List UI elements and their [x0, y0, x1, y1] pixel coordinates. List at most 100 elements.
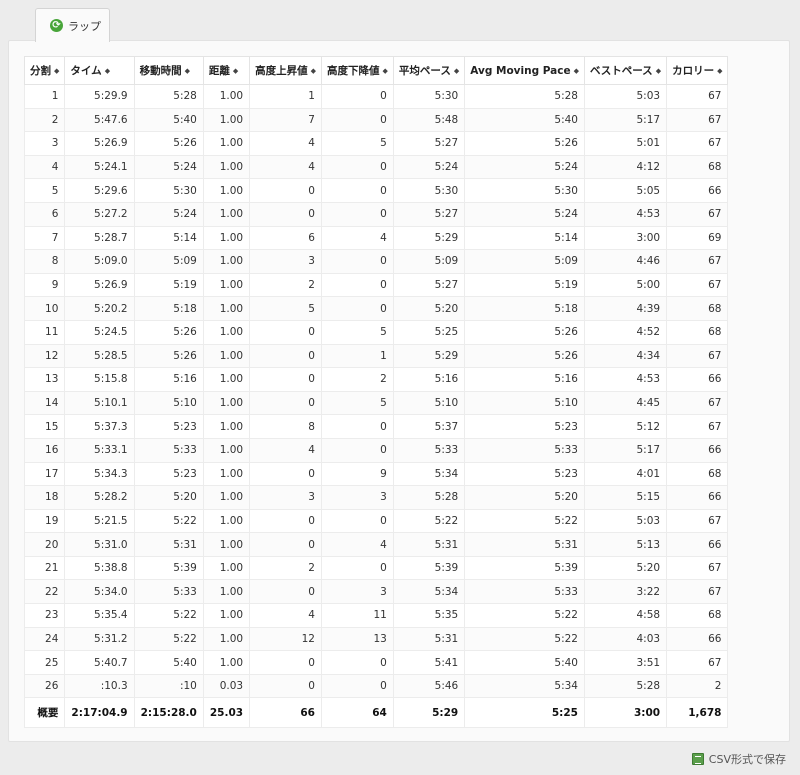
- table-row: 1 5:29.9 5:28 1.00 1 0 5:30 5:28 5:03 67: [23, 84, 729, 109]
- table-cell: 1.00: [202, 579, 251, 605]
- table-cell: 5:01: [583, 131, 668, 156]
- table-cell: 5:39: [392, 555, 466, 581]
- table-cell: 67: [666, 508, 729, 534]
- table-cell: 0: [249, 650, 322, 675]
- table-cell: 0: [320, 650, 394, 675]
- table-cell: 5:20: [133, 485, 204, 510]
- column-header-best-pace[interactable]: ベストペース ◆: [583, 56, 668, 85]
- table-cell: 4:39: [583, 296, 668, 321]
- column-header-avg-pace[interactable]: 平均ペース ◆: [392, 56, 466, 85]
- column-header-distance[interactable]: 距離 ◆: [202, 56, 251, 85]
- table-cell: 4:58: [583, 603, 668, 628]
- table-cell: 5:31.0: [64, 532, 135, 557]
- table-cell: 1: [23, 84, 66, 109]
- table-cell: 5:23: [464, 414, 585, 439]
- table-cell: 5:30: [133, 178, 204, 203]
- table-cell: 5:40.7: [64, 650, 135, 675]
- table-cell: 5:25: [392, 319, 466, 345]
- table-row: 13 5:15.8 5:16 1.00 0 2 5:16 5:16 4:53 66: [23, 367, 729, 392]
- table-cell: 67: [666, 107, 729, 133]
- table-cell: 20: [23, 532, 66, 557]
- table-cell: 3:22: [583, 579, 668, 605]
- table-cell: 5:40: [464, 107, 585, 133]
- table-cell: 4: [249, 437, 322, 463]
- table-row: 6 5:27.2 5:24 1.00 0 0 5:27 5:24 4:53 67: [23, 201, 729, 227]
- table-row: 8 5:09.0 5:09 1.00 3 0 5:09 5:09 4:46 67: [23, 249, 729, 274]
- table-cell: 2: [320, 367, 394, 392]
- table-cell: 24: [23, 626, 66, 652]
- summary-cell: 64: [320, 697, 394, 729]
- table-cell: 1.00: [202, 414, 251, 439]
- column-header-calories[interactable]: カロリー ◆: [666, 56, 729, 85]
- table-cell: 1.00: [202, 154, 251, 180]
- sort-icon: ◆: [54, 67, 60, 75]
- table-cell: 4: [23, 154, 66, 180]
- table-cell: 19: [23, 508, 66, 534]
- table-cell: 5:24.5: [64, 319, 135, 345]
- table-cell: 5:16: [392, 367, 466, 392]
- table-row: 24 5:31.2 5:22 1.00 12 13 5:31 5:22 4:03 66: [23, 626, 729, 652]
- table-cell: 5:20: [392, 296, 466, 321]
- table-cell: 1.00: [202, 131, 251, 156]
- export-csv-link[interactable]: CSV形式で保存: [691, 751, 786, 767]
- table-cell: 0: [320, 107, 394, 133]
- sort-icon: ◆: [104, 67, 111, 75]
- table-cell: 5:22: [133, 603, 204, 628]
- table-cell: 68: [666, 603, 729, 628]
- column-header-time[interactable]: タイム ◆: [64, 56, 135, 85]
- table-cell: 1.00: [202, 367, 251, 392]
- table-cell: 67: [666, 249, 729, 274]
- table-cell: 5:38.8: [64, 555, 135, 581]
- table-cell: 5: [320, 131, 394, 156]
- table-row: 23 5:35.4 5:22 1.00 4 11 5:35 5:22 4:58 68: [23, 603, 729, 628]
- table-cell: 0: [320, 437, 394, 463]
- table-cell: 5:33: [464, 437, 585, 463]
- table-cell: 4: [320, 225, 394, 251]
- table-cell: 5:15: [583, 485, 668, 510]
- table-cell: 23: [23, 603, 66, 628]
- table-cell: 66: [666, 485, 729, 510]
- table-cell: :10: [133, 673, 204, 699]
- table-cell: 13: [23, 367, 66, 392]
- table-cell: 0: [249, 343, 322, 369]
- table-cell: 1.00: [202, 508, 251, 534]
- table-cell: 0: [320, 555, 394, 581]
- table-cell: 1.00: [202, 390, 251, 416]
- table-cell: 3:00: [583, 225, 668, 251]
- table-row: 3 5:26.9 5:26 1.00 4 5 5:27 5:26 5:01 67: [23, 131, 729, 156]
- table-cell: 1.00: [202, 626, 251, 652]
- table-cell: 22: [23, 579, 66, 605]
- table-cell: 15: [23, 414, 66, 439]
- column-header-avg-moving-pace[interactable]: Avg Moving Pace ◆: [464, 56, 585, 85]
- table-cell: 5:46: [392, 673, 466, 699]
- table-cell: 0: [320, 508, 394, 534]
- table-cell: 1: [249, 84, 322, 109]
- table-cell: 2: [249, 555, 322, 581]
- table-cell: 5:20: [464, 485, 585, 510]
- table-cell: 0: [320, 154, 394, 180]
- tab-laps[interactable]: ⟳ ラップ: [35, 8, 110, 42]
- table-cell: 5:10: [133, 390, 204, 416]
- column-header-moving-time[interactable]: 移動時間 ◆: [133, 56, 204, 85]
- table-cell: 5:31.2: [64, 626, 135, 652]
- column-header-split[interactable]: 分割 ◆: [23, 56, 66, 85]
- column-header-elev-loss[interactable]: 高度下降値 ◆: [320, 56, 394, 85]
- table-cell: 0: [249, 579, 322, 605]
- table-cell: 5:31: [464, 532, 585, 557]
- sort-icon: ◆: [453, 67, 460, 75]
- table-cell: 5:26.9: [64, 131, 135, 156]
- summary-cell: 2:17:04.9: [64, 697, 135, 729]
- table-cell: 0: [249, 178, 322, 203]
- table-cell: 5:28: [392, 485, 466, 510]
- column-header-elev-gain[interactable]: 高度上昇値 ◆: [249, 56, 322, 85]
- table-cell: 5:24: [464, 154, 585, 180]
- table-cell: 1.00: [202, 437, 251, 463]
- table-cell: 5:20: [583, 555, 668, 581]
- table-cell: 66: [666, 178, 729, 203]
- table-cell: 0: [320, 201, 394, 227]
- table-cell: 5:16: [133, 367, 204, 392]
- table-cell: 0: [320, 673, 394, 699]
- table-cell: 5:34: [392, 579, 466, 605]
- summary-cell: 1,678: [666, 697, 729, 729]
- table-cell: 5:29.9: [64, 84, 135, 109]
